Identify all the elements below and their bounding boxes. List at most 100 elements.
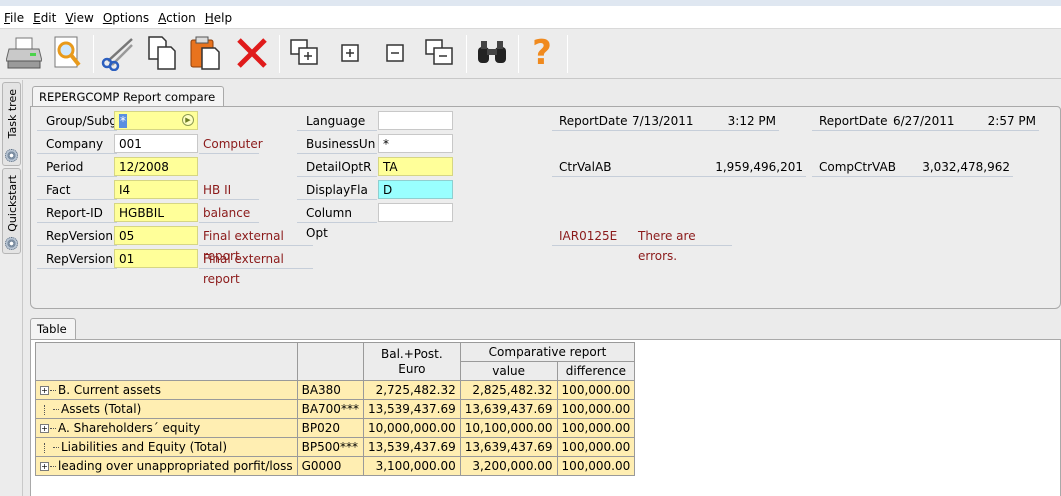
report-id-label: Report-ID	[37, 203, 117, 223]
expand-node-icon[interactable]: +	[40, 386, 49, 395]
company-description: Computer	[199, 134, 263, 154]
table-row[interactable]: Liabilities and Equity (Total) BP500*** …	[35, 437, 636, 457]
report-id-description: balance	[199, 203, 259, 223]
menu-file[interactable]: File	[4, 10, 24, 25]
menu-options[interactable]: Options	[103, 10, 149, 25]
reportdate1-time: 3:12 PM	[698, 111, 779, 131]
repversion2-description: Final external report	[199, 249, 313, 286]
header-comparative-report[interactable]: Comparative report	[459, 342, 636, 362]
report-parameters-panel: Group/Subg Company Period Fact Report-ID…	[30, 106, 1061, 309]
tab-quickstart-label: Quickstart	[6, 175, 19, 232]
toolbar-separator	[93, 35, 94, 73]
menu-bar: File Edit View Options Action Help	[0, 0, 1061, 29]
preview-icon	[54, 36, 81, 68]
reportdate1-label: ReportDate	[552, 111, 628, 131]
reportdate1-date: 7/13/2011	[628, 111, 698, 131]
detailopt-label: DetailOptR	[297, 157, 377, 177]
table-panel: Bal.+Post. Euro Comparative report value…	[30, 339, 1061, 496]
error-code: IAR0125E	[552, 226, 632, 246]
delete-button[interactable]	[232, 33, 272, 73]
group-label: Group/Subg	[37, 111, 117, 131]
ctrval-value: 1,959,496,201	[632, 157, 806, 177]
company-label: Company	[37, 134, 117, 154]
detailopt-input[interactable]: TA	[378, 157, 453, 176]
language-label: Language	[297, 111, 377, 131]
repversion2-label: RepVersion	[37, 249, 117, 269]
paste-button[interactable]	[186, 33, 226, 73]
delete-icon	[237, 38, 267, 68]
menu-action[interactable]: Action	[158, 10, 196, 25]
repversion1-label: RepVersion	[37, 226, 117, 246]
print-icon	[6, 37, 42, 69]
toolbar: ?	[0, 29, 1061, 79]
expand-node-icon[interactable]: +	[40, 424, 49, 433]
fact-label: Fact	[37, 180, 117, 200]
gear-icon	[5, 237, 18, 250]
copy-icon	[148, 36, 176, 70]
expand-node-icon[interactable]: +	[40, 462, 49, 471]
print-button[interactable]	[4, 33, 44, 73]
report-compare-table: Bal.+Post. Euro Comparative report value…	[35, 342, 636, 476]
report-id-input[interactable]: HGBBIL	[114, 203, 198, 222]
tab-quickstart[interactable]: Quickstart	[2, 168, 21, 254]
find-icon	[478, 41, 506, 63]
ctrval-label: CtrValAB	[552, 157, 632, 177]
period-input[interactable]: 12/2008	[114, 157, 198, 176]
header-item[interactable]	[35, 342, 298, 381]
menu-view[interactable]: View	[65, 10, 93, 25]
displayfla-input[interactable]: D	[378, 180, 453, 199]
company-input[interactable]: 001	[114, 134, 198, 153]
header-code[interactable]	[296, 342, 364, 381]
tab-table[interactable]: Table	[30, 318, 76, 339]
table-row[interactable]: + leading over unappropriated porfit/loss…	[35, 456, 636, 476]
copy-button[interactable]	[142, 33, 182, 73]
reportdate2-time: 2:57 PM	[957, 111, 1039, 131]
toolbar-separator	[466, 35, 467, 73]
reportdate2-date: 6/27/2011	[889, 111, 957, 131]
collapse-button[interactable]	[375, 33, 415, 73]
tab-report-compare[interactable]: REPERGCOMP Report compare	[32, 86, 224, 107]
menu-help[interactable]: Help	[205, 10, 232, 25]
cut-icon	[101, 38, 133, 71]
fact-description: HB II	[199, 180, 259, 200]
header-value[interactable]: value	[459, 361, 558, 381]
expand-icon	[341, 44, 359, 62]
menu-edit[interactable]: Edit	[33, 10, 56, 25]
paste-icon	[190, 36, 220, 70]
collapse-all-icon	[425, 39, 453, 65]
repversion1-input[interactable]: 05	[114, 226, 198, 245]
help-icon: ?	[532, 33, 552, 73]
table-row[interactable]: Assets (Total) BA700*** 13,539,437.69 13…	[35, 399, 636, 419]
columnopt-input[interactable]	[378, 203, 453, 222]
toolbar-separator	[518, 35, 519, 73]
compctrval-label: CompCtrVAB	[812, 157, 897, 177]
find-button[interactable]	[472, 33, 512, 73]
fact-input[interactable]: I4	[114, 180, 198, 199]
toolbar-separator	[279, 35, 280, 73]
reportdate2-label: ReportDate	[812, 111, 889, 131]
gear-icon	[5, 149, 18, 162]
repversion1-description: Final external report	[199, 226, 313, 263]
repversion2-input[interactable]: 01	[114, 249, 198, 268]
help-button[interactable]: ?	[522, 33, 562, 73]
businessun-label: BusinessUn	[297, 134, 377, 154]
toolbar-separator	[567, 35, 568, 73]
compctrval-value: 3,032,478,962	[897, 157, 1013, 177]
header-difference[interactable]: difference	[556, 361, 636, 381]
table-row[interactable]: + A. Shareholders´ equity BP020 10,000,00…	[35, 418, 636, 438]
expand-all-button[interactable]	[285, 33, 325, 73]
lookup-arrow-icon[interactable]: ▶	[182, 114, 194, 126]
collapse-all-button[interactable]	[420, 33, 460, 73]
tab-task-tree[interactable]: Task tree	[2, 82, 21, 166]
group-input[interactable]: * ▶	[114, 111, 198, 130]
preview-button[interactable]	[48, 33, 88, 73]
table-row[interactable]: + B. Current assets BA380 2,725,482.32 2,…	[35, 380, 636, 400]
businessun-input[interactable]: *	[378, 134, 453, 153]
header-balpost[interactable]: Bal.+Post. Euro	[362, 342, 461, 381]
language-input[interactable]	[378, 111, 453, 130]
cut-button[interactable]	[98, 33, 138, 73]
period-label: Period	[37, 157, 117, 177]
expand-all-icon	[290, 39, 318, 65]
expand-button[interactable]	[330, 33, 370, 73]
tab-task-tree-label: Task tree	[6, 89, 19, 139]
